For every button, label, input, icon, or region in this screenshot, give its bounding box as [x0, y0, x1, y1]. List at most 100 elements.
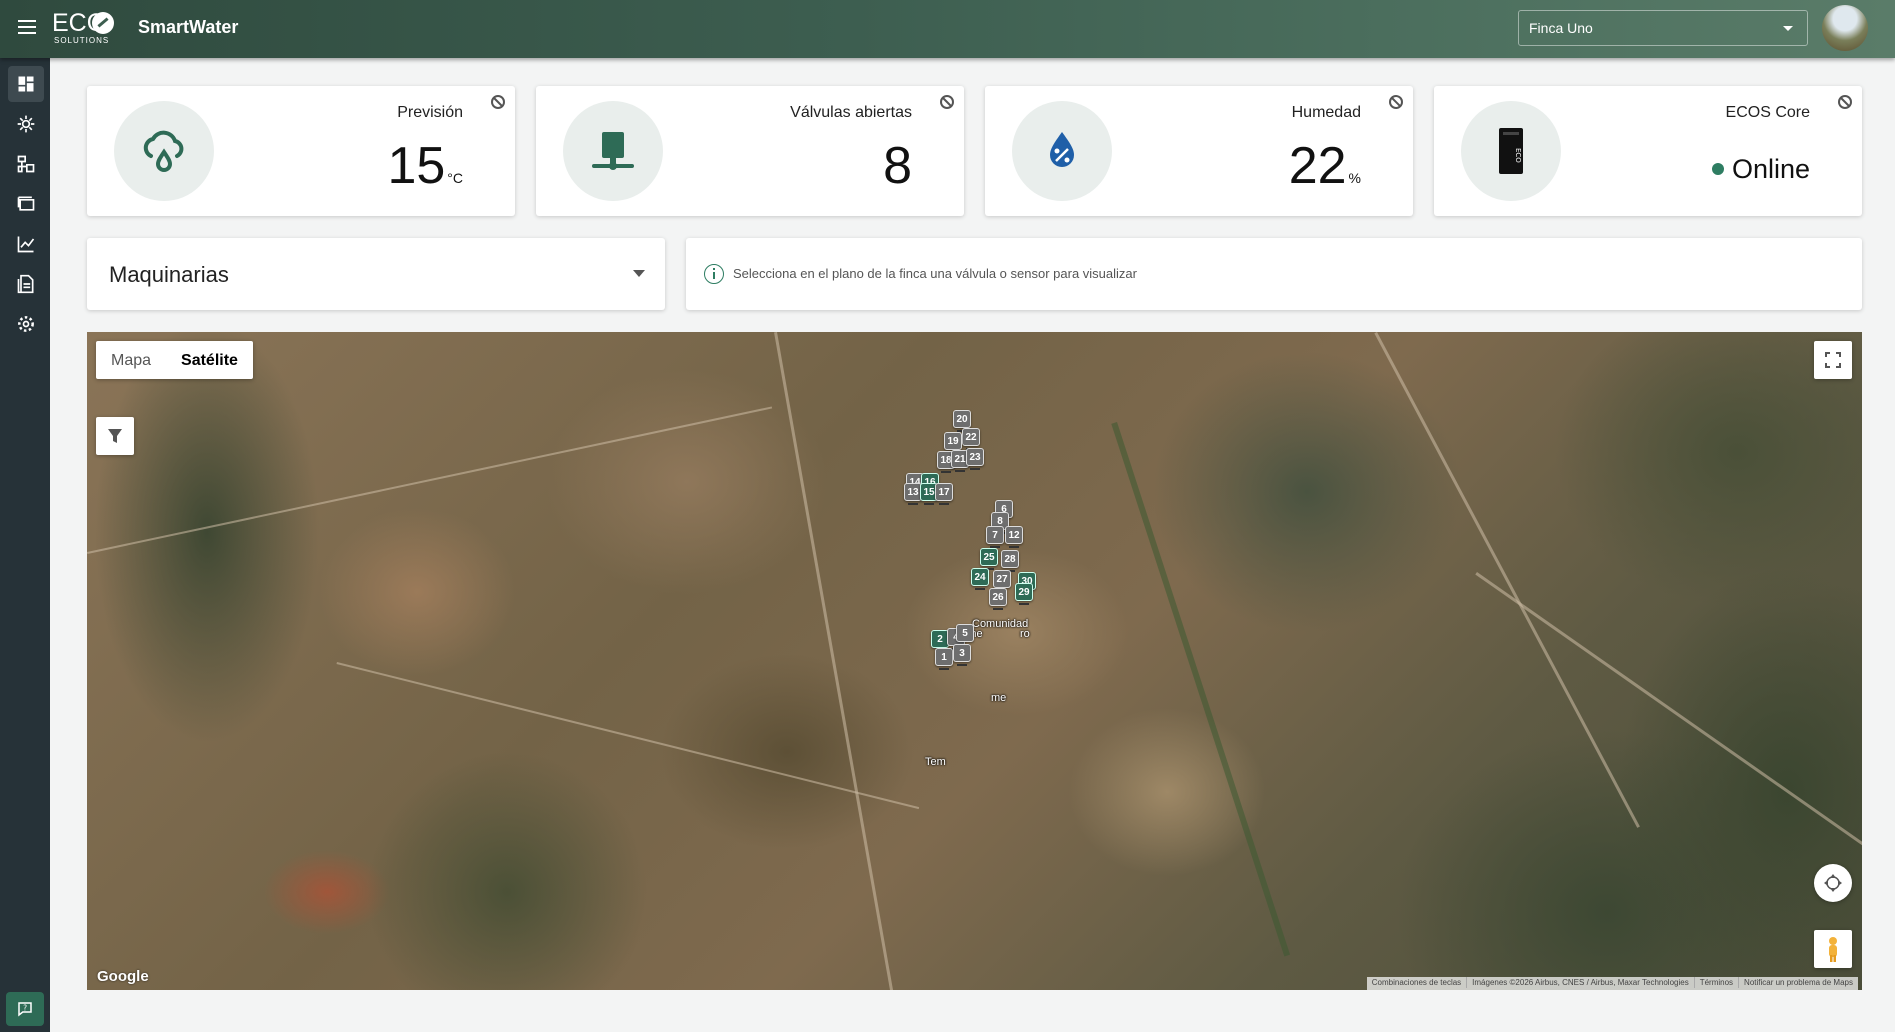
- map-type-control: Mapa Satélite: [96, 341, 253, 379]
- fullscreen-icon: [1825, 352, 1841, 368]
- menu-icon[interactable]: [14, 16, 40, 42]
- humidity-icon-circle: [1012, 101, 1112, 201]
- valves-title: Válvulas abiertas: [790, 104, 912, 121]
- farm-select-value: Finca Uno: [1529, 20, 1593, 36]
- valve-marker[interactable]: 28: [1001, 550, 1019, 572]
- close-icon[interactable]: [1389, 95, 1403, 109]
- valve-marker[interactable]: 29: [1015, 583, 1033, 605]
- forecast-title: Previsión: [397, 104, 463, 121]
- sidebar-item-reports[interactable]: [8, 266, 44, 302]
- filter-icon: [108, 429, 122, 443]
- keyboard-shortcuts-link[interactable]: Combinaciones de teclas: [1367, 977, 1466, 988]
- dashboard-icon: [18, 76, 34, 92]
- valves-icon-circle: [563, 101, 663, 201]
- map-place-label: Tem: [925, 756, 946, 768]
- humidity-value: 22%: [1289, 136, 1361, 196]
- eco-solutions-logo[interactable]: ECO SOLUTIONS: [52, 10, 122, 46]
- avatar[interactable]: [1822, 5, 1868, 51]
- map-river: [1111, 422, 1291, 957]
- satellite-map[interactable]: Mapa Satélite Google Combinaciones de te…: [87, 332, 1862, 990]
- valve-marker[interactable]: 22: [962, 428, 980, 450]
- valves-card: Válvulas abiertas 8: [536, 86, 964, 216]
- svg-text:?: ?: [23, 1004, 27, 1013]
- info-bar: Selecciona en el plano de la finca una v…: [686, 238, 1862, 310]
- core-device-icon: ECO: [1499, 128, 1523, 174]
- humidity-title: Humedad: [1291, 104, 1361, 121]
- chart-icon: [17, 236, 35, 253]
- water-percent-icon: [1050, 132, 1074, 167]
- close-icon[interactable]: [940, 95, 954, 109]
- valve-marker[interactable]: 17: [935, 483, 953, 505]
- svg-text:ECO: ECO: [1514, 148, 1522, 163]
- valve-marker[interactable]: 26: [989, 588, 1007, 610]
- valve-marker[interactable]: 3: [953, 644, 971, 666]
- sidebar-item-dashboard[interactable]: [8, 66, 44, 102]
- top-app-bar: ECO SOLUTIONS SmartWater Finca Uno: [0, 0, 1895, 58]
- core-status-text: Online: [1731, 154, 1810, 184]
- map-road: [87, 406, 773, 554]
- valve-marker[interactable]: 7: [986, 526, 1004, 548]
- app-title: SmartWater: [138, 17, 239, 37]
- valve-marker[interactable]: 12: [1005, 526, 1023, 548]
- sidebar-item-devices[interactable]: [8, 186, 44, 222]
- forecast-icon-circle: [114, 101, 214, 201]
- google-logo: Google: [97, 968, 149, 985]
- map-type-satellite-button[interactable]: Satélite: [166, 341, 253, 379]
- humidity-unit: %: [1348, 170, 1361, 186]
- chevron-down-icon: [1783, 26, 1793, 31]
- settings-icon: [18, 316, 34, 332]
- online-dot-icon: [1711, 162, 1724, 175]
- pegman-icon: [1829, 937, 1837, 962]
- valve-marker[interactable]: 19: [944, 432, 962, 454]
- map-place-label: me: [991, 692, 1007, 704]
- forecast-card: Previsión 15 °C: [87, 86, 515, 216]
- map-road: [1374, 332, 1640, 828]
- valves-value: 8: [883, 137, 912, 195]
- core-title: ECOS Core: [1725, 104, 1810, 121]
- core-icon-circle: ECO: [1461, 101, 1561, 201]
- humidity-card: Humedad 22%: [985, 86, 1413, 216]
- camera-control-button[interactable]: [1814, 864, 1852, 902]
- close-icon[interactable]: [1838, 95, 1852, 109]
- map-place-label: ro: [1020, 628, 1030, 640]
- info-icon: [704, 264, 724, 284]
- core-card: ECO ECOS Core Online: [1434, 86, 1862, 216]
- map-attribution: Combinaciones de teclas Imágenes ©2026 Ai…: [1366, 977, 1858, 990]
- street-view-button[interactable]: [1814, 930, 1852, 968]
- logo-subtext: SOLUTIONS: [54, 36, 110, 45]
- report-problem-link[interactable]: Notificar un problema de Maps: [1738, 977, 1858, 988]
- map-road: [1475, 572, 1862, 862]
- fullscreen-button[interactable]: [1814, 341, 1852, 379]
- help-chat-icon: ?: [18, 1002, 32, 1017]
- valve-marker[interactable]: 20: [953, 410, 971, 432]
- valve-marker[interactable]: 25: [980, 548, 998, 570]
- sidebar-item-schema[interactable]: [8, 146, 44, 182]
- help-chat-button[interactable]: ?: [6, 992, 44, 1026]
- sidebar-item-sensors[interactable]: [8, 106, 44, 142]
- terms-link[interactable]: Términos: [1693, 977, 1738, 988]
- valve-marker[interactable]: 24: [971, 568, 989, 590]
- sidebar-item-charts[interactable]: [8, 226, 44, 262]
- move-arrows-icon: [1824, 874, 1842, 892]
- valve-marker[interactable]: 23: [966, 448, 984, 470]
- map-type-map-button[interactable]: Mapa: [96, 341, 166, 379]
- sidebar-item-settings[interactable]: [8, 306, 44, 342]
- map-road: [774, 332, 896, 990]
- farm-select[interactable]: Finca Uno: [1518, 10, 1808, 46]
- valve-marker[interactable]: 5: [956, 624, 974, 646]
- forecast-number: 15: [387, 137, 446, 195]
- machinery-select[interactable]: Maquinarias: [87, 238, 665, 310]
- forecast-unit: °C: [447, 170, 463, 186]
- core-status: Online: [1711, 154, 1810, 185]
- chevron-down-icon: [633, 270, 645, 277]
- valve-marker[interactable]: 27: [993, 570, 1011, 592]
- imagery-credit: Imágenes ©2026 Airbus, CNES / Airbus, Ma…: [1466, 977, 1694, 988]
- info-text: Selecciona en el plano de la finca una v…: [733, 266, 1137, 281]
- filter-button[interactable]: [96, 417, 134, 455]
- close-icon[interactable]: [491, 95, 505, 109]
- machinery-label: Maquinarias: [109, 262, 229, 287]
- valve-marker[interactable]: 1: [935, 648, 953, 670]
- humidity-number: 22: [1288, 137, 1347, 195]
- sidebar: ?: [0, 58, 50, 1032]
- map-road: [336, 662, 920, 810]
